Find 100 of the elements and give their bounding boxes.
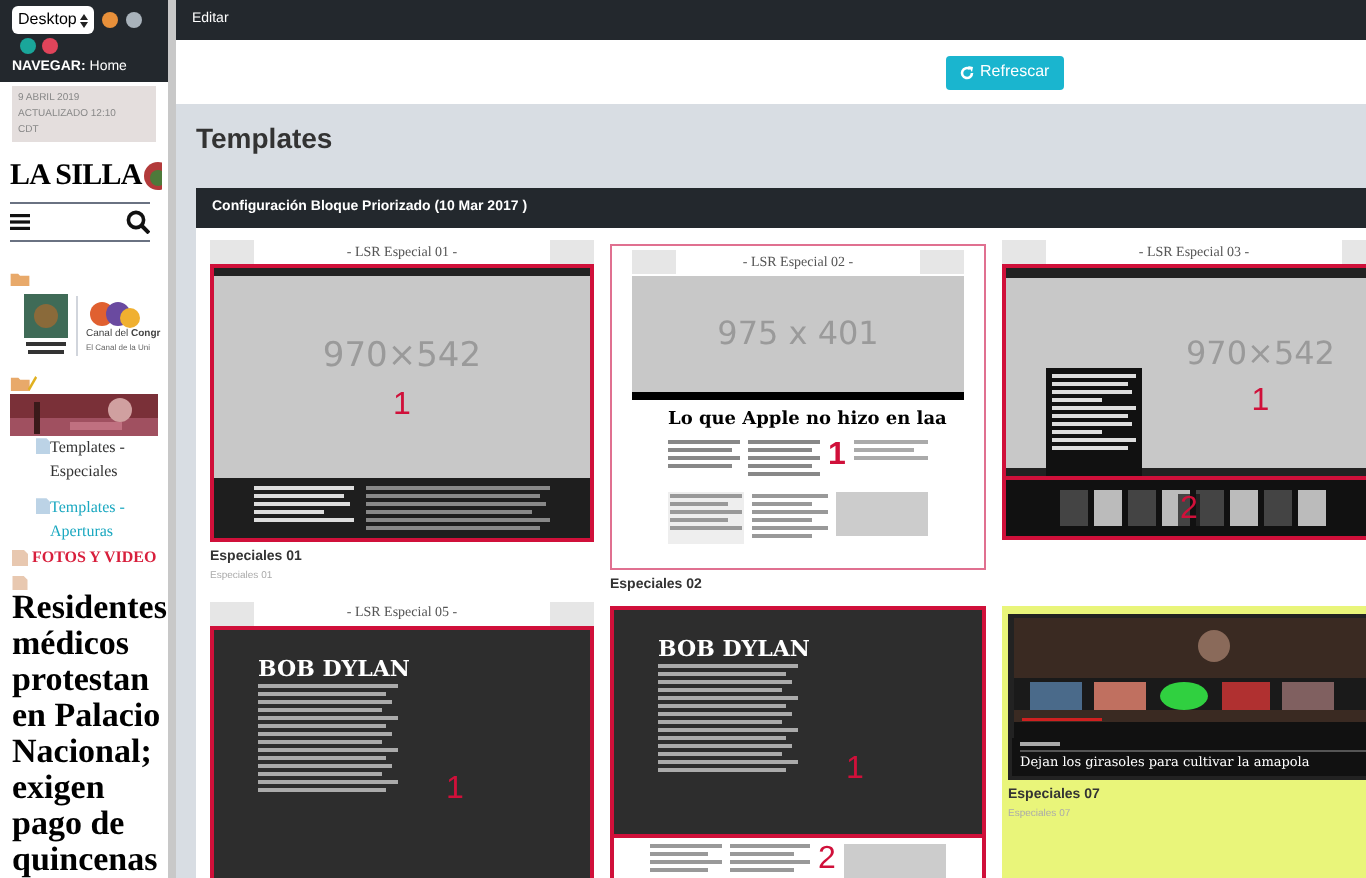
text-line [258, 787, 387, 791]
corner-block [632, 250, 676, 274]
text-line [258, 763, 393, 767]
text-line [650, 867, 708, 871]
text-line [254, 494, 344, 498]
text-line [1052, 430, 1103, 434]
corner-block [550, 240, 594, 264]
text-line [258, 779, 398, 783]
text-line [258, 755, 387, 759]
teaser-thumbnail [1263, 490, 1291, 526]
block-number: 1 [393, 390, 411, 423]
image-placeholder [843, 843, 946, 878]
preview-headline: Lo que Apple no hizo en laa [666, 408, 949, 434]
text-line [258, 771, 382, 775]
text-line [258, 723, 387, 727]
article-headline: Residentes médicos protestan en Palacio Nacional; exigen pago de quincenas [12, 590, 168, 878]
text-line [658, 751, 782, 755]
text-line [258, 699, 393, 703]
block-number: 2 [1178, 494, 1200, 526]
text-line [658, 663, 798, 667]
block-number: 1 [1251, 385, 1270, 417]
corner-block [1002, 240, 1046, 264]
list-icon [10, 214, 30, 230]
text-line [752, 517, 813, 521]
text-line [258, 707, 382, 711]
text-line [658, 671, 787, 675]
text-line [658, 735, 787, 739]
text-line [670, 509, 742, 513]
document-icon [36, 497, 50, 513]
text-line [254, 502, 349, 506]
text-line [258, 747, 398, 751]
refresh-icon [960, 65, 974, 79]
corner-block [920, 250, 964, 274]
text-line [258, 731, 393, 735]
text-line [670, 525, 742, 529]
text-line [748, 455, 820, 459]
chamber-logo-icon [24, 294, 68, 359]
text-line [853, 439, 928, 443]
text-line [668, 447, 733, 451]
preview-headline: BOB DYLAN [658, 633, 810, 663]
corner-block [210, 240, 254, 264]
text-line [258, 715, 398, 719]
text-line [1052, 374, 1136, 378]
text-line [258, 683, 398, 687]
text-line [730, 851, 794, 855]
text-line [658, 743, 793, 747]
text-line [650, 851, 708, 855]
text-line [670, 501, 728, 505]
text-line [258, 691, 387, 695]
page-title: Templates [194, 120, 335, 158]
text-line [730, 859, 810, 863]
text-line [1052, 382, 1128, 386]
text-line [1052, 398, 1103, 402]
text-line [1052, 414, 1128, 418]
text-line [752, 533, 813, 537]
text-line [658, 703, 787, 707]
document-icon [36, 437, 50, 453]
text-line [254, 486, 354, 490]
section-label: FOTOS Y VIDEO [32, 545, 157, 569]
text-line [1052, 390, 1132, 394]
text-line [658, 687, 782, 691]
updown-icon [80, 13, 89, 27]
folder-icon [10, 270, 30, 287]
corner-block [550, 601, 594, 625]
image-placeholder [1093, 490, 1121, 526]
block-number: 1 [828, 439, 846, 471]
block-number: 1 [846, 753, 864, 789]
text-line [258, 739, 382, 743]
text-line [748, 439, 820, 443]
text-line [658, 759, 798, 763]
template-link[interactable]: Templates - Especiales [50, 435, 168, 483]
text-line [658, 727, 798, 731]
block-number: 1 [446, 773, 464, 809]
text-line [658, 695, 798, 699]
text-line [1052, 406, 1136, 410]
text-line [658, 719, 782, 723]
text-line [254, 510, 324, 514]
image-placeholder [1229, 490, 1257, 526]
text-line [658, 711, 793, 715]
teaser-thumbnail [1127, 490, 1155, 526]
corner-block [210, 601, 254, 625]
text-line [748, 447, 813, 451]
scrollbar[interactable] [168, 0, 176, 878]
template-card[interactable]: BOB DYLAN 1 2 [610, 601, 986, 878]
text-line [670, 493, 742, 497]
text-line [668, 439, 740, 443]
text-line [1052, 422, 1132, 426]
text-line [1052, 446, 1128, 450]
folder-pencil-icon [10, 374, 38, 392]
text-line [668, 463, 733, 467]
device-select[interactable]: Desktop [12, 6, 95, 34]
text-line [1020, 741, 1060, 745]
text-line [254, 518, 354, 522]
teaser-thumbnail [1059, 490, 1087, 526]
text-line [752, 525, 828, 529]
image-placeholder [1297, 490, 1325, 526]
text-line [752, 509, 828, 513]
text-line [670, 517, 728, 521]
text-line [748, 463, 813, 467]
text-line [650, 859, 722, 863]
